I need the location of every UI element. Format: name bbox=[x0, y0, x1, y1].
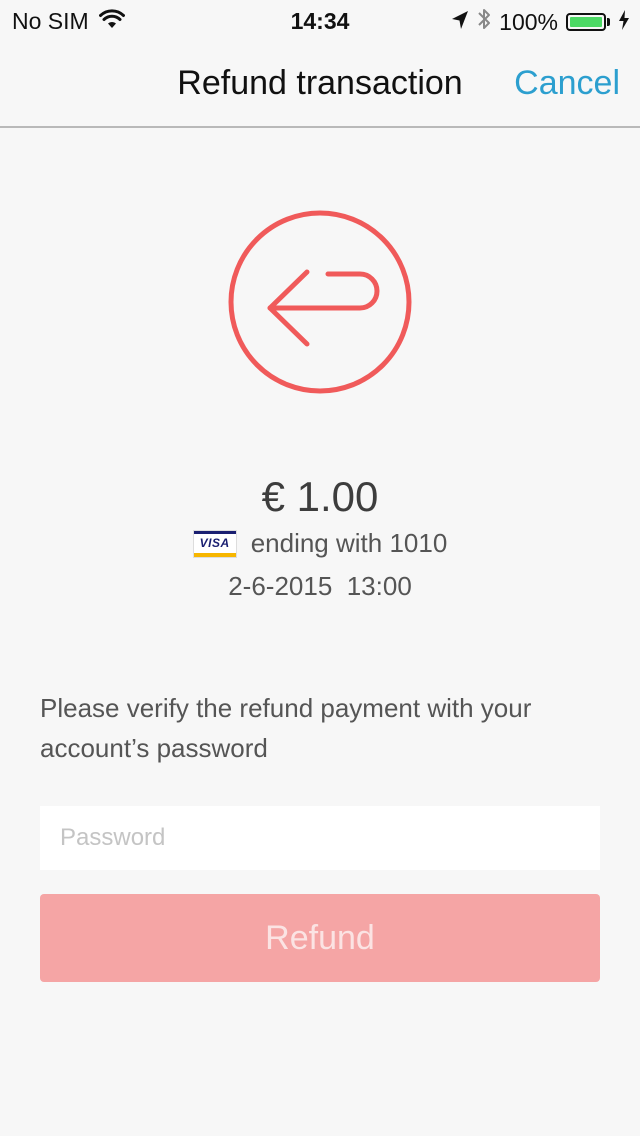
battery-body bbox=[566, 13, 606, 31]
verify-message: Please verify the refund payment with yo… bbox=[40, 693, 532, 763]
refund-button[interactable]: Refund bbox=[40, 894, 600, 982]
nav-bar: Refund transaction Cancel bbox=[0, 40, 640, 128]
battery-icon bbox=[566, 13, 610, 31]
status-bar: No SIM 14:34 100% bbox=[0, 0, 640, 40]
cancel-button[interactable]: Cancel bbox=[514, 64, 620, 103]
card-ending-text: ending with 1010 bbox=[250, 528, 448, 558]
refund-screen: No SIM 14:34 100% Refund transaction Can… bbox=[0, 0, 640, 1136]
charging-bolt-icon bbox=[618, 9, 630, 36]
battery-cap bbox=[607, 18, 610, 26]
visa-card-icon: VISA bbox=[192, 529, 237, 558]
password-field[interactable] bbox=[40, 806, 600, 870]
card-info: VISA ending with 1010 bbox=[0, 528, 640, 559]
battery-percent: 100% bbox=[499, 8, 558, 35]
refund-arrow-icon bbox=[228, 210, 412, 394]
status-right: 100% bbox=[451, 7, 630, 37]
bluetooth-icon bbox=[477, 7, 491, 37]
transaction-amount: € 1.00 bbox=[261, 473, 379, 520]
transaction-datetime: 2-6-2015 13:00 bbox=[228, 571, 412, 601]
location-arrow-icon bbox=[451, 9, 469, 36]
battery-fill bbox=[570, 17, 602, 27]
